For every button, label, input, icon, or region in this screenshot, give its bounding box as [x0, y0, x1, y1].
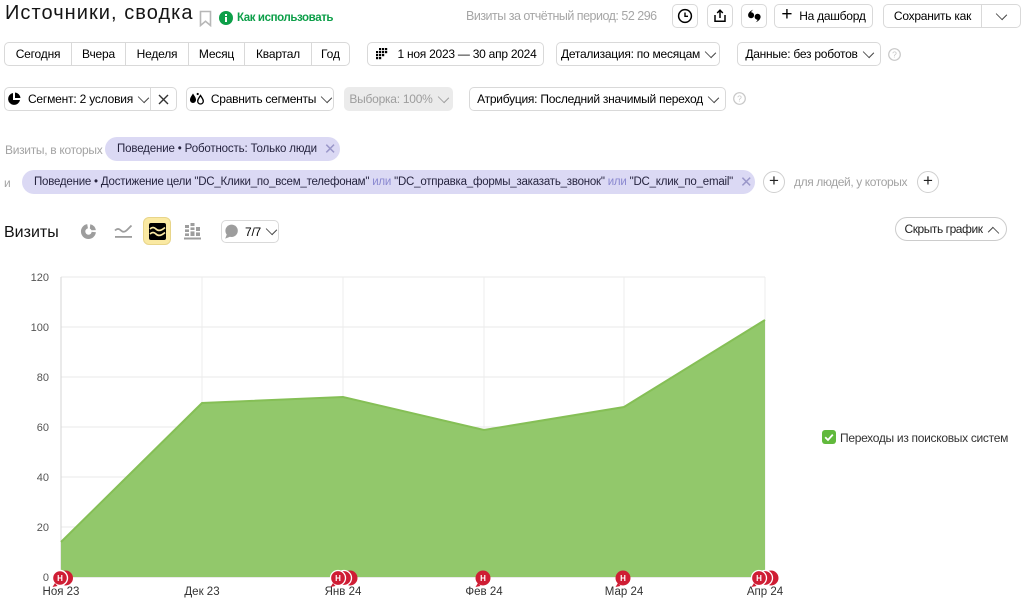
svg-text:Янв 24: Янв 24 — [325, 586, 362, 598]
svg-text:Дек 23: Дек 23 — [184, 586, 219, 598]
svg-text:Н: Н — [756, 574, 762, 583]
svg-text:Н: Н — [480, 574, 486, 583]
svg-text:0: 0 — [43, 572, 49, 584]
svg-text:Мар 24: Мар 24 — [605, 586, 644, 598]
svg-text:?: ? — [737, 93, 742, 103]
svg-text:Апр 24: Апр 24 — [747, 586, 784, 598]
svg-text:Н: Н — [57, 574, 63, 583]
svg-text:Ноя 23: Ноя 23 — [43, 586, 80, 598]
svg-text:Н: Н — [335, 574, 341, 583]
svg-text:120: 120 — [31, 272, 49, 284]
svg-text:100: 100 — [31, 322, 49, 334]
svg-text:80: 80 — [37, 372, 49, 384]
svg-text:20: 20 — [37, 522, 49, 534]
svg-text:?: ? — [892, 49, 897, 59]
svg-text:Н: Н — [620, 574, 626, 583]
svg-text:60: 60 — [37, 422, 49, 434]
svg-text:40: 40 — [37, 472, 49, 484]
svg-text:Фев 24: Фев 24 — [465, 586, 503, 598]
